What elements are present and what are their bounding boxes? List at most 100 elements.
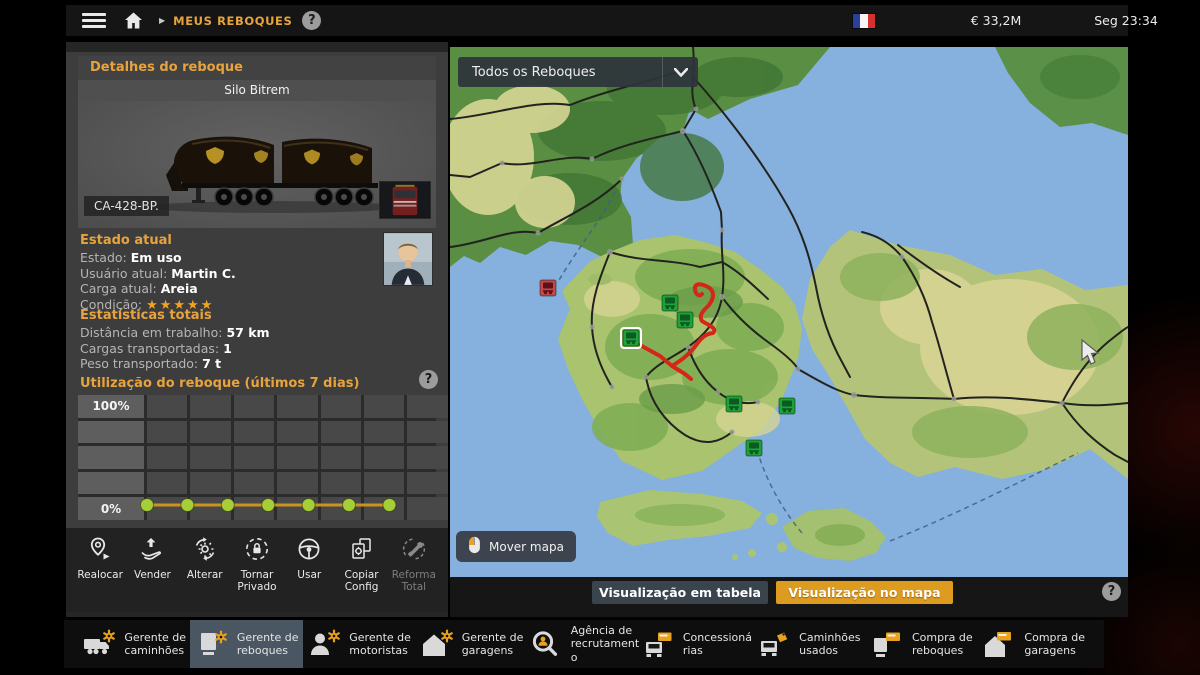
- usage-help-icon[interactable]: ?: [419, 370, 438, 389]
- world-map[interactable]: Todos os Reboques Mover mapa: [450, 47, 1128, 577]
- action-label: Tornar Privado: [231, 569, 283, 594]
- chart-cell: [234, 421, 274, 444]
- chart-ylabel-cell: [78, 446, 144, 469]
- map-help-icon[interactable]: ?: [1102, 582, 1121, 601]
- nav-compra-de-reboques[interactable]: Compra dereboques: [865, 620, 977, 668]
- menu-icon[interactable]: [82, 10, 106, 31]
- usage-chart-grid: 100% 0%: [78, 395, 436, 520]
- trailer-marker[interactable]: [677, 312, 693, 328]
- nav-concession-rias[interactable]: Concessionárias: [640, 620, 752, 668]
- distance-label: Distância em trabalho:: [80, 325, 222, 340]
- stats-section: Estatísticas totais Distância em trabalh…: [80, 308, 270, 372]
- nav-compra-de-garagens[interactable]: Compra degaragens: [978, 620, 1090, 668]
- chart-cell: [190, 472, 230, 495]
- usage-chart: 100% 0%: [78, 395, 436, 520]
- action-label: Vender: [126, 569, 178, 581]
- relocate-pin-icon: [74, 536, 126, 566]
- home-icon[interactable]: [124, 12, 143, 29]
- help-icon[interactable]: ?: [302, 11, 321, 30]
- nav-label: Gerente decaminhões: [124, 631, 186, 657]
- nav-label: Compra dereboques: [912, 631, 973, 657]
- chart-cell: [321, 446, 361, 469]
- garage-purchase-icon: [982, 629, 1016, 659]
- user-label: Usuário atual:: [80, 266, 167, 281]
- trailer-filter-value: Todos os Reboques: [458, 65, 662, 80]
- trailer-purchase-icon: [870, 629, 904, 659]
- action-copiar-config[interactable]: Copiar Config: [336, 536, 388, 594]
- nav-caminh-es-usados[interactable]: Caminhõesusados: [753, 620, 865, 668]
- trailer-marker-selected[interactable]: [621, 328, 641, 348]
- trailer-details-panel: Detalhes do reboque Silo Bitrem: [66, 42, 448, 617]
- action-tornar-privado[interactable]: Tornar Privado: [231, 536, 283, 594]
- action-label: Usar: [283, 569, 335, 581]
- chart-cell: [321, 497, 361, 520]
- table-view-button[interactable]: Visualização em tabela: [592, 581, 768, 604]
- action-vender[interactable]: Vender: [126, 536, 178, 581]
- chart-cell: [190, 446, 230, 469]
- truck-manager-icon: [82, 629, 116, 659]
- trailer-marker[interactable]: [746, 440, 762, 456]
- map-view-button[interactable]: Visualização no mapa: [776, 581, 953, 604]
- driver-portrait[interactable]: [383, 232, 433, 286]
- action-realocar[interactable]: Realocar: [74, 536, 126, 581]
- chart-cell: [147, 497, 187, 520]
- chart-cell: [190, 421, 230, 444]
- chevron-down-icon[interactable]: [662, 57, 698, 87]
- nav-ag-ncia-de-recrutament-o[interactable]: Agência derecrutamento: [528, 620, 640, 668]
- chart-cell: [277, 421, 317, 444]
- action-alterar[interactable]: Alterar: [179, 536, 231, 581]
- view-toggle-bar: Visualização em tabela Visualização no m…: [450, 577, 1128, 617]
- chart-cell: [321, 421, 361, 444]
- nav-gerente-de-motoristas[interactable]: Gerente demotoristas: [303, 620, 415, 668]
- panel-title: Detalhes do reboque: [78, 56, 436, 80]
- nav-label: Concessionárias: [683, 631, 752, 657]
- status-label: Estado:: [80, 250, 127, 265]
- distance-value: 57 km: [226, 325, 269, 340]
- management-nav-bar: Gerente decaminhões Gerente dereboques G…: [64, 620, 1104, 668]
- license-plate: CA-428-BP.: [84, 196, 169, 216]
- action-label: Copiar Config: [336, 569, 388, 594]
- trailer-filter-dropdown[interactable]: Todos os Reboques: [458, 57, 698, 87]
- nav-gerente-de-reboques[interactable]: Gerente dereboques: [190, 620, 302, 668]
- used-trucks-icon: [757, 629, 791, 659]
- trailer-name: Silo Bitrem: [78, 80, 436, 101]
- move-map-label: Mover mapa: [489, 540, 564, 554]
- france-flag-icon: [852, 13, 876, 29]
- action-usar[interactable]: Usar: [283, 536, 335, 581]
- chart-cell: [364, 497, 404, 520]
- action-label: Realocar: [74, 569, 126, 581]
- breadcrumb: MEUS REBOQUES: [173, 14, 292, 28]
- trailer-marker[interactable]: [779, 398, 795, 414]
- chart-cell: [407, 421, 447, 444]
- trailer-marker[interactable]: [662, 295, 678, 311]
- mouse-icon: [468, 536, 481, 558]
- trailer-marker[interactable]: [540, 280, 556, 296]
- chart-cell: [277, 497, 317, 520]
- recruitment-icon: [529, 629, 563, 659]
- weight-label: Peso transportado:: [80, 356, 198, 371]
- garage-manager-icon: [420, 629, 454, 659]
- status-section: Estado atual Estado: Em uso Usuário atua…: [80, 233, 236, 313]
- action-label: Reforma Total: [388, 569, 440, 594]
- nav-gerente-de-garagens[interactable]: Gerente degaragens: [415, 620, 527, 668]
- nav-gerente-de-caminh-es[interactable]: Gerente decaminhões: [78, 620, 190, 668]
- nav-label: Gerente demotoristas: [349, 631, 411, 657]
- nav-label: Gerente dereboques: [237, 631, 299, 657]
- chart-cell: [364, 446, 404, 469]
- chart-ylabel-cell: [78, 421, 144, 444]
- attached-truck-thumbnail[interactable]: [379, 181, 431, 219]
- nav-label: Compra degaragens: [1024, 631, 1085, 657]
- chart-cell: [234, 395, 274, 418]
- nav-label: Gerente degaragens: [462, 631, 524, 657]
- action-label: Alterar: [179, 569, 231, 581]
- chart-cell: [364, 395, 404, 418]
- cargo-value: Areia: [161, 281, 198, 296]
- copy-config-icon: [336, 536, 388, 566]
- chart-ylabel-cell: 100%: [78, 395, 144, 418]
- chart-cell: [321, 395, 361, 418]
- chart-ylabel-cell: 0%: [78, 497, 144, 520]
- chart-cell: [147, 395, 187, 418]
- trailer-marker[interactable]: [726, 396, 742, 412]
- chart-cell: [277, 472, 317, 495]
- stats-title: Estatísticas totais: [80, 308, 270, 323]
